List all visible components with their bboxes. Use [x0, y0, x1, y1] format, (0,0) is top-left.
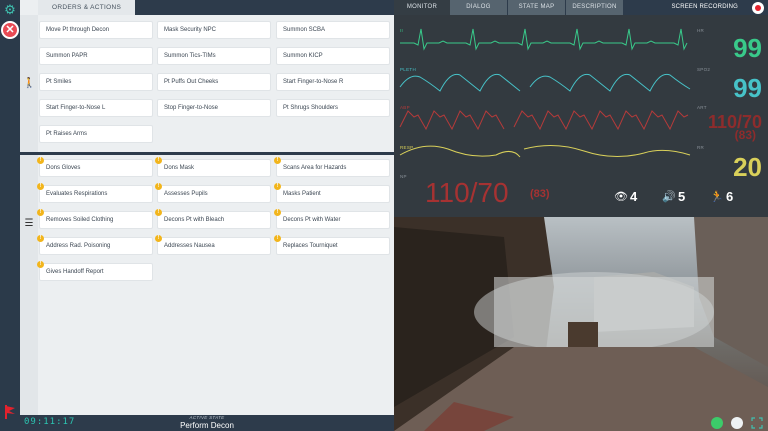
active-state-value: Perform Decon [180, 421, 234, 430]
status-footer: 09:11:17 ACTIVE STATE Perform Decon [20, 415, 394, 431]
action-button[interactable]: Gives Handoff Report [39, 263, 153, 281]
order-button[interactable]: Pt Raises Arms [39, 125, 153, 143]
spo2-label: SPO2 [697, 67, 711, 72]
pleth-label: PLETH [400, 67, 417, 72]
order-button[interactable]: Summon Tics-TIMs [157, 47, 271, 65]
tab-monitor[interactable]: MONITOR [394, 0, 450, 15]
pending-badge: ! [37, 183, 44, 190]
spo2-value: 99 [733, 73, 762, 103]
order-button[interactable]: Move Pt through Decon [39, 21, 153, 39]
pending-badge: ! [274, 209, 281, 216]
order-button[interactable]: Mask Security NPC [157, 21, 271, 39]
abp-label: ABP [400, 105, 410, 110]
pleth-waveform [399, 73, 691, 92]
rotate-camera-icon[interactable] [731, 417, 743, 429]
flag-icon[interactable] [4, 404, 16, 420]
action-button[interactable]: Decons Pt with Water [276, 211, 390, 229]
close-icon[interactable]: ✕ [1, 21, 19, 39]
tab-description[interactable]: DESCRIPTION [566, 0, 623, 15]
action-button[interactable]: Addresses Nausea [157, 237, 271, 255]
order-button[interactable]: Summon KICP [276, 47, 390, 65]
resp-label: RESP [400, 145, 414, 150]
order-button[interactable]: Pt Puffs Out Cheeks [157, 73, 271, 91]
nibp-mean: (83) [530, 188, 550, 200]
screen-recording-label: SCREEN RECORDING [671, 4, 738, 10]
order-button[interactable]: Pt Shrugs Shoulders [276, 99, 390, 117]
tab-bar-background [135, 0, 394, 15]
pending-badge: ! [37, 157, 44, 164]
motor-response-value: 6 [726, 189, 734, 204]
art-label: ART [697, 105, 707, 110]
right-tab-bar: MONITOR DIALOG STATE MAP DESCRIPTION SCR… [394, 0, 768, 15]
left-rail: ⚙ ✕ [0, 0, 20, 431]
record-button[interactable] [752, 2, 764, 14]
hr-label: HR [697, 28, 705, 33]
action-button[interactable]: Replaces Tourniquet [276, 237, 390, 255]
order-button[interactable]: Summon SCBA [276, 21, 390, 39]
pending-badge: ! [155, 157, 162, 164]
vitals-monitor: II PLETH ABP RESP NP HR SPO2 ART RR 99 9… [394, 15, 768, 217]
active-state-caption: ACTIVE STATE [189, 415, 225, 420]
fullscreen-icon[interactable] [751, 417, 763, 429]
nibp-label: NP [400, 174, 407, 179]
rr-value: 20 [733, 152, 762, 182]
running-person-icon: 🏃 [710, 191, 724, 203]
order-button[interactable]: Pt Smiles [39, 73, 153, 91]
cart [568, 322, 598, 347]
pending-badge: ! [37, 261, 44, 268]
abp-waveform [399, 110, 689, 131]
gear-icon[interactable]: ⚙ [3, 3, 17, 17]
app-root: ⚙ ✕ ORDERS & ACTIONS 🚶 ☰ Move Pt through… [0, 0, 768, 431]
verbal-response-value: 5 [678, 189, 686, 204]
resp-waveform [399, 145, 691, 158]
pending-badge: ! [155, 209, 162, 216]
rr-label: RR [697, 145, 705, 150]
action-button[interactable]: Removes Soiled Clothing [39, 211, 153, 229]
walking-person-icon[interactable]: 🚶 [23, 78, 35, 90]
action-button[interactable]: Evaluates Respirations [39, 185, 153, 203]
hr-value: 99 [733, 33, 762, 63]
order-button[interactable]: Summon PAPR [39, 47, 153, 65]
action-button[interactable]: Assesses Pupils [157, 185, 271, 203]
order-button[interactable]: Start Finger-to-Nose L [39, 99, 153, 117]
pending-badge: ! [274, 235, 281, 242]
action-button[interactable]: Masks Patient [276, 185, 390, 203]
tab-orders-actions[interactable]: ORDERS & ACTIONS [38, 0, 135, 15]
eye-icon: 👁 [614, 191, 628, 203]
status-ok-icon[interactable] [711, 417, 723, 429]
waveforms-svg [399, 28, 691, 158]
art-mean: (83) [734, 128, 756, 142]
action-button[interactable]: Dons Gloves [39, 159, 153, 177]
nibp-value: 110/70 [425, 177, 509, 208]
pending-badge: ! [274, 183, 281, 190]
action-button[interactable]: Address Rad. Poisoning [39, 237, 153, 255]
eye-response-value: 4 [630, 189, 638, 204]
pending-badge: ! [155, 183, 162, 190]
action-button[interactable]: Dons Mask [157, 159, 271, 177]
category-strip: 🚶 ☰ [20, 15, 38, 415]
speaker-icon: 🔊 [662, 191, 676, 203]
tab-state-map[interactable]: STATE MAP [508, 0, 565, 15]
section-divider [20, 152, 394, 155]
order-button[interactable]: Stop Finger-to-Nose [157, 99, 271, 117]
pending-badge: ! [37, 209, 44, 216]
tab-dialog[interactable]: DIALOG [450, 0, 507, 15]
orders-actions-panel: ORDERS & ACTIONS 🚶 ☰ Move Pt through Dec… [20, 0, 394, 415]
right-panel: MONITOR DIALOG STATE MAP DESCRIPTION SCR… [394, 0, 768, 431]
action-button[interactable]: Scans Area for Hazards [276, 159, 390, 177]
ecg-waveform [400, 28, 688, 51]
order-button[interactable]: Start Finger-to-Nose R [276, 73, 390, 91]
pending-badge: ! [274, 157, 281, 164]
ecg-label: II [400, 28, 404, 33]
pending-badge: ! [155, 235, 162, 242]
list-icon[interactable]: ☰ [23, 218, 35, 230]
scene-viewport[interactable] [394, 217, 768, 431]
action-button[interactable]: Decons Pt with Bleach [157, 211, 271, 229]
street-scene [394, 217, 768, 431]
pending-badge: ! [37, 235, 44, 242]
